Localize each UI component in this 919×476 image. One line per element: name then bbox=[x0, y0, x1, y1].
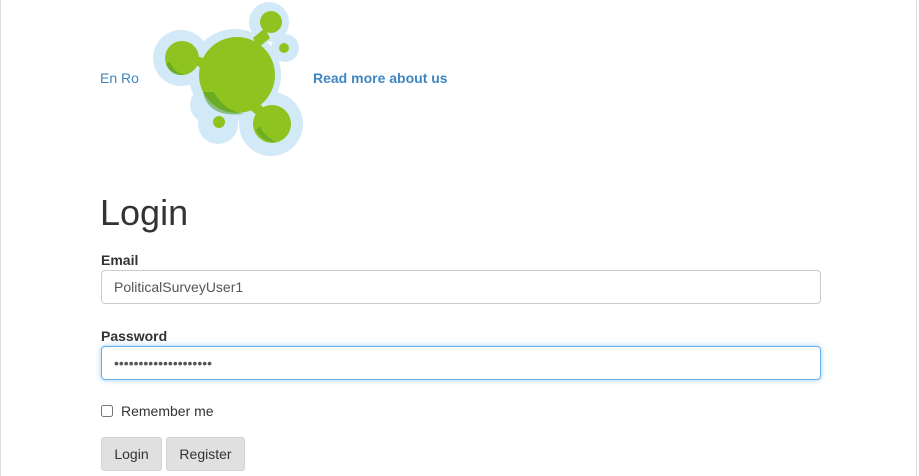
login-button[interactable]: Login bbox=[101, 437, 162, 471]
password-field[interactable] bbox=[101, 346, 821, 380]
page-title: Login bbox=[100, 192, 189, 233]
password-label: Password bbox=[101, 328, 168, 344]
lang-en-link[interactable]: En bbox=[100, 70, 117, 86]
logo-graphic bbox=[153, 2, 303, 156]
remember-me-label: Remember me bbox=[121, 403, 214, 419]
molecule-logo-icon[interactable] bbox=[148, 0, 308, 160]
lang-ro-link[interactable]: Ro bbox=[121, 70, 139, 86]
register-button[interactable]: Register bbox=[166, 437, 245, 471]
email-label: Email bbox=[101, 252, 139, 268]
language-switcher: En Ro bbox=[100, 70, 139, 86]
read-more-about-us-link[interactable]: Read more about us bbox=[313, 70, 448, 86]
remember-me-row: Remember me bbox=[101, 403, 214, 419]
email-field[interactable] bbox=[101, 270, 821, 304]
remember-me-checkbox[interactable] bbox=[101, 405, 113, 417]
page: En Ro Read more about us Login Email Pol… bbox=[0, 0, 917, 476]
